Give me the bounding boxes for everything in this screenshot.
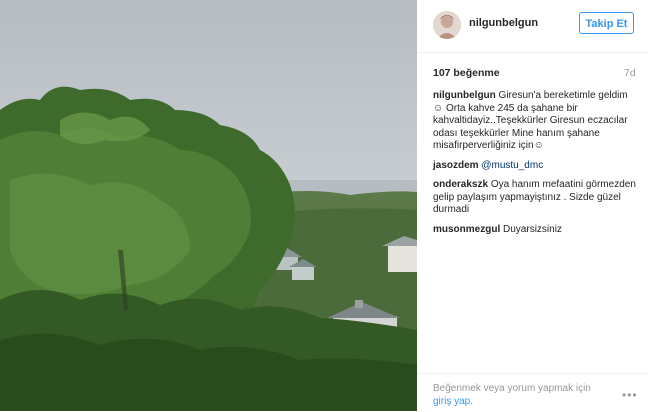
landscape-image — [0, 0, 417, 411]
comment-item: onderakszk Oya hanım mefaatini görmezden… — [433, 179, 638, 217]
post-sidebar: nilgunbelgun Takip Et 107 beğenme 7d nil… — [417, 0, 648, 411]
follow-button[interactable]: Takip Et — [579, 12, 634, 34]
post-header: nilgunbelgun Takip Et — [417, 0, 648, 53]
comment-username[interactable]: nilgunbelgun — [433, 90, 496, 101]
login-prompt: Beğenmek veya yorum yapmak için giriş ya… — [417, 373, 648, 412]
comments-list: nilgunbelgun Giresun'a bereketimle geldi… — [433, 90, 638, 243]
comment-item: jasozdem @mustu_dmc — [433, 160, 638, 173]
comment-text: Duyarsizsiniz — [503, 223, 562, 235]
likes-count[interactable]: 107 beğenme — [433, 67, 500, 79]
login-prompt-text: Beğenmek veya yorum yapmak için — [433, 383, 591, 394]
post-photo[interactable] — [0, 0, 417, 411]
login-link[interactable]: giriş yap. — [433, 396, 473, 407]
comment-item: nilgunbelgun Giresun'a bereketimle geldi… — [433, 90, 638, 153]
comment-username[interactable]: musonmezgul — [433, 224, 500, 235]
avatar-image — [433, 11, 461, 39]
comment-username[interactable]: onderakszk — [433, 179, 488, 190]
login-text: Beğenmek veya yorum yapmak için giriş ya… — [433, 383, 613, 408]
comment-mention[interactable]: @mustu_dmc — [481, 160, 543, 171]
comment-item: musonmezgul Duyarsizsiniz — [433, 224, 638, 237]
avatar[interactable] — [433, 11, 461, 39]
instagram-post: nilgunbelgun Takip Et 107 beğenme 7d nil… — [0, 0, 648, 411]
ellipsis-icon[interactable]: ••• — [622, 388, 638, 402]
comment-username[interactable]: jasozdem — [433, 160, 479, 171]
username[interactable]: nilgunbelgun — [469, 17, 538, 29]
post-age[interactable]: 7d — [624, 67, 636, 79]
